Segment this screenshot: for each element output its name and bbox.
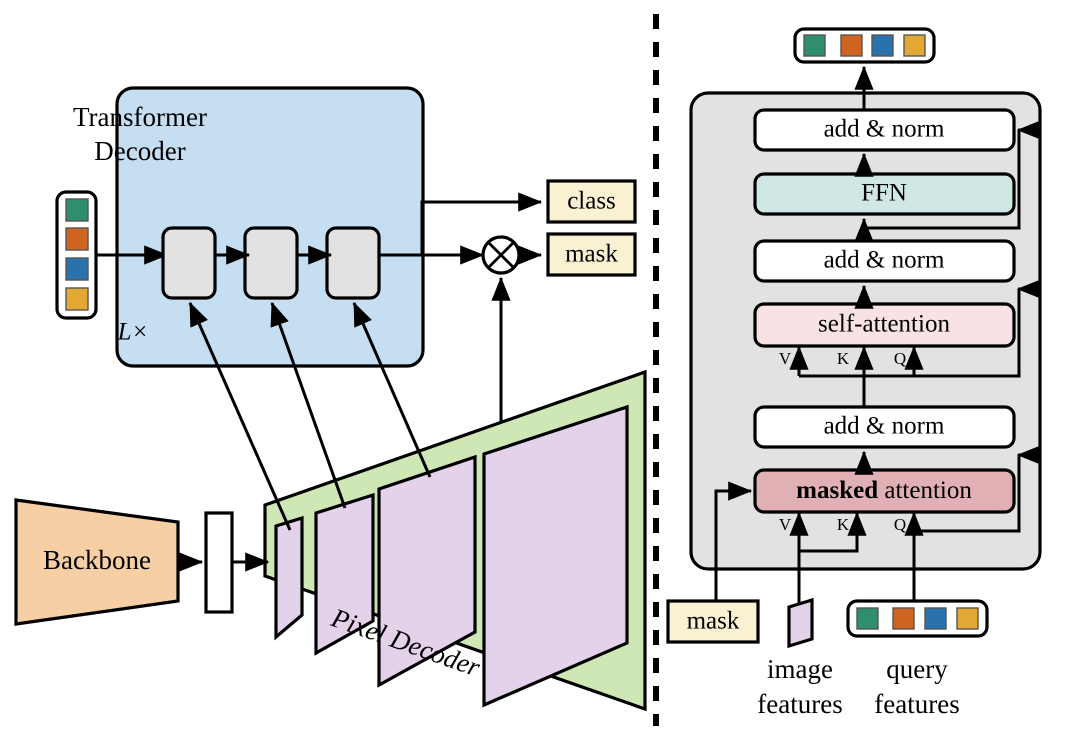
add-norm-middle-label: add & norm	[824, 247, 945, 274]
self-attention-q-label: Q	[894, 349, 906, 368]
query-features-label-line2: features	[874, 689, 959, 719]
mask-input-label: mask	[687, 608, 740, 635]
transformer-decoder-label-line2: Decoder	[94, 136, 185, 166]
decoder-block-2[interactable]	[243, 226, 299, 300]
output-token-2	[871, 34, 894, 57]
masked-attention-q-label: Q	[894, 515, 906, 534]
output-token-3	[903, 34, 926, 57]
image-features-shape[interactable]	[787, 597, 814, 649]
decoder-block-3[interactable]	[325, 226, 381, 300]
decoder-repeat-label: L×	[117, 319, 149, 346]
query-token-0	[65, 198, 89, 222]
add-norm-lower-label: add & norm	[824, 413, 945, 440]
query-token-3	[65, 287, 89, 311]
query-token-2	[65, 257, 89, 281]
query-token-1	[65, 227, 89, 251]
masked-attention-label-bold: masked	[796, 477, 878, 504]
query-features-token-1	[892, 607, 915, 630]
mask-output-label: mask	[565, 241, 618, 268]
masked-attention-v-label: V	[779, 515, 792, 534]
backbone-label: Backbone	[43, 545, 151, 575]
query-features-token-3	[956, 607, 979, 630]
image-features-label-line1: image	[767, 654, 833, 684]
query-features-token-2	[924, 607, 947, 630]
output-token-1	[840, 34, 863, 57]
ffn-label: FFN	[861, 180, 907, 207]
query-features-label-line1: query	[886, 654, 948, 684]
masked-attention-label-rest: attention	[878, 477, 972, 504]
masked-attention-k-label: K	[837, 515, 850, 534]
wire-class-branch	[420, 192, 543, 255]
feature-map-1	[274, 515, 304, 641]
diagram-canvas: Transformer Decoder L× class mask Pixel …	[14, 14, 1042, 726]
masked-attention-label: masked attention	[796, 477, 972, 504]
backbone-projection-box[interactable]	[204, 511, 234, 614]
decoder-block-1[interactable]	[161, 226, 217, 300]
mask2former-architecture-figure: Transformer Decoder L× class mask Pixel …	[0, 0, 1080, 740]
output-token-0	[803, 34, 826, 57]
self-attention-k-label: K	[837, 349, 850, 368]
image-features-label-line2: features	[757, 689, 842, 719]
class-output-label: class	[567, 188, 616, 215]
add-norm-top-label: add & norm	[824, 116, 945, 143]
query-features-token-0	[856, 607, 879, 630]
self-attention-label: self-attention	[818, 311, 950, 338]
transformer-decoder-label-line1: Transformer	[73, 102, 207, 132]
self-attention-v-label: V	[779, 349, 792, 368]
